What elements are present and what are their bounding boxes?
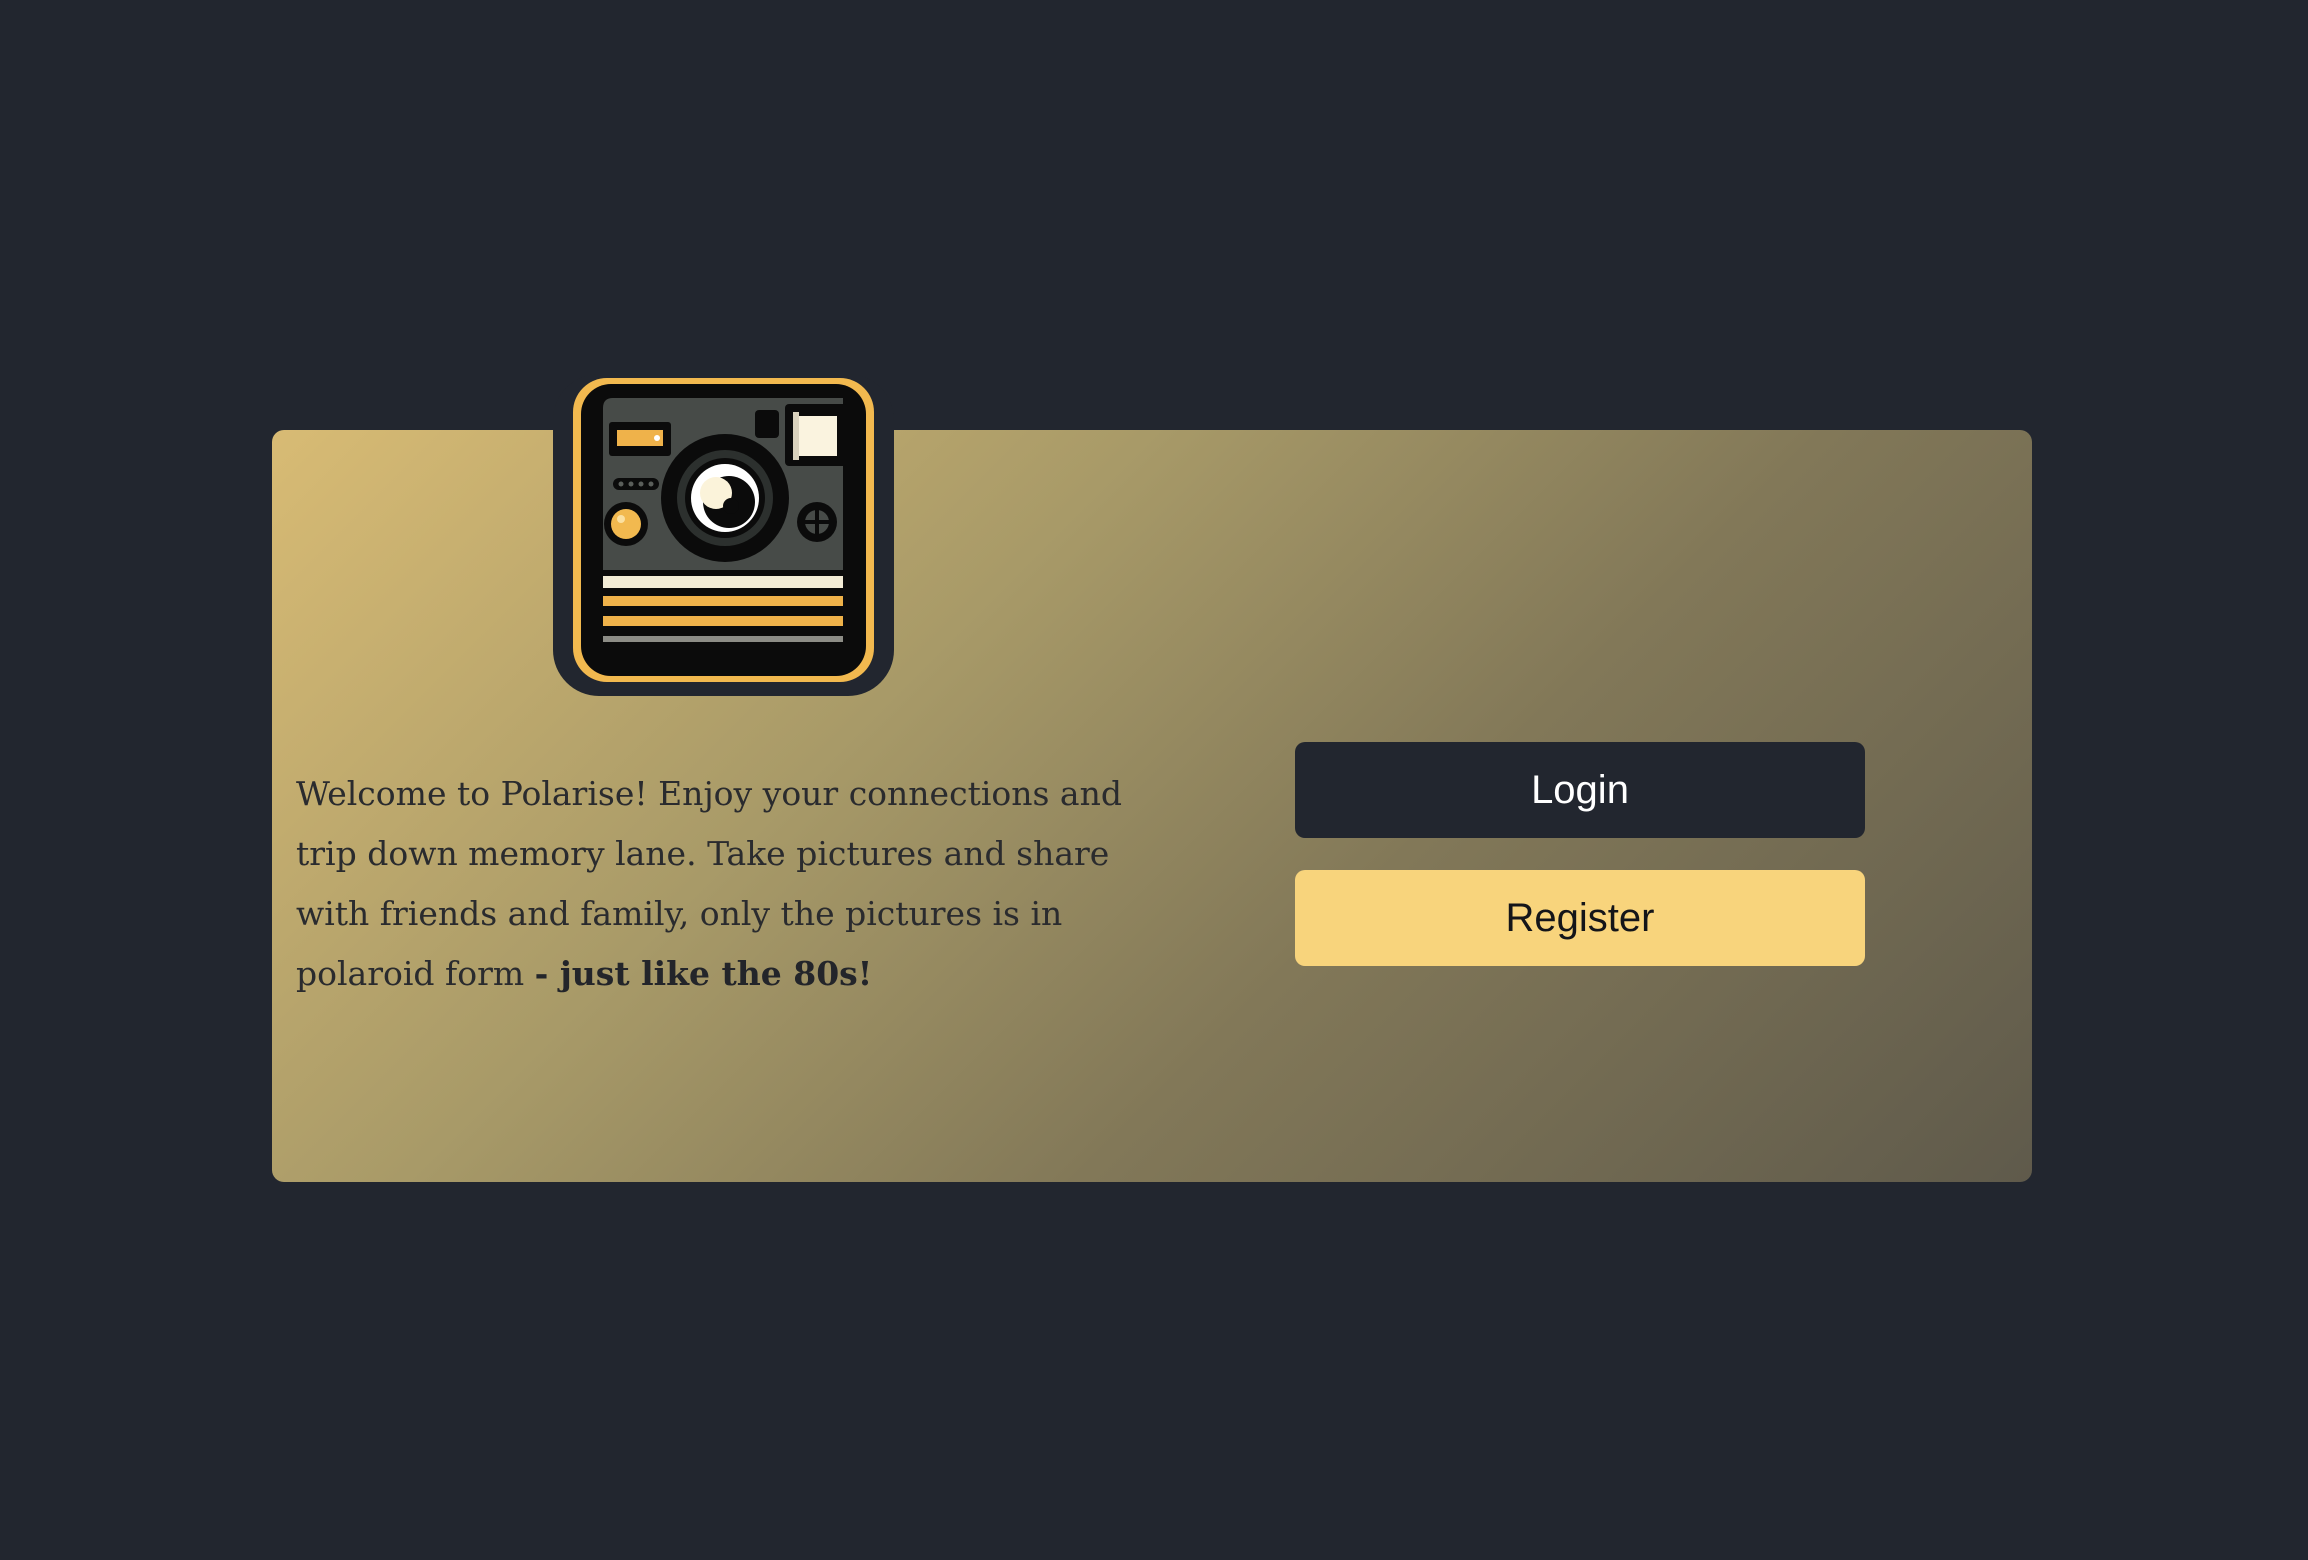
welcome-text-emphasis: - just like the 80s!: [534, 954, 873, 993]
welcome-page: Welcome to Polarise! Enjoy your connecti…: [0, 0, 2308, 1560]
welcome-text: Welcome to Polarise! Enjoy your connecti…: [296, 764, 1166, 1004]
polaroid-camera-icon: [553, 374, 894, 696]
login-button[interactable]: Login: [1295, 742, 1865, 838]
register-button[interactable]: Register: [1295, 870, 1865, 966]
